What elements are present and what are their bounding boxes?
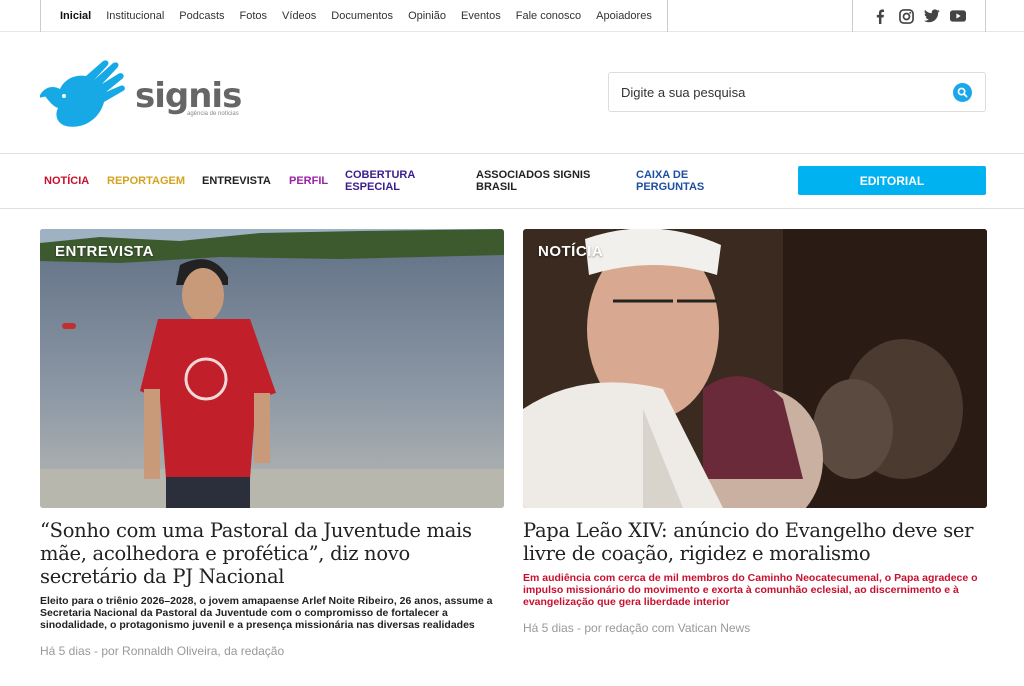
logo-tagline: agência de notícias: [187, 111, 239, 117]
pope-audience-photo: [523, 229, 987, 508]
article-card: NOTÍCIA Papa Leão XIV: anúncio do Evange…: [523, 229, 987, 635]
signis-logo[interactable]: signis agência de notícias: [40, 54, 242, 130]
category-perfil[interactable]: PERFIL: [289, 175, 328, 187]
top-bar: Inicial Institucional Podcasts Fotos Víd…: [0, 0, 1024, 32]
top-menu-item-documentos[interactable]: Documentos: [331, 10, 393, 22]
article-lead: Em audiência com cerca de mil membros do…: [523, 572, 978, 608]
article-image[interactable]: ENTREVISTA: [40, 229, 504, 508]
top-menu: Inicial Institucional Podcasts Fotos Víd…: [40, 0, 668, 32]
article-image[interactable]: NOTÍCIA: [523, 229, 987, 508]
top-menu-item-inicial[interactable]: Inicial: [60, 10, 91, 22]
category-caixa-de-perguntas[interactable]: CAIXA DE PERGUNTAS: [636, 169, 726, 193]
category-noticia[interactable]: NOTÍCIA: [44, 175, 89, 187]
editorial-button[interactable]: EDITORIAL: [798, 166, 986, 195]
top-menu-item-eventos[interactable]: Eventos: [461, 10, 501, 22]
article-card: ENTREVISTA “Sonho com uma Pastoral da Ju…: [40, 229, 504, 658]
article-meta: Há 5 dias - por Ronnaldh Oliveira, da re…: [40, 644, 285, 658]
twitter-icon[interactable]: [924, 8, 940, 24]
search-box: [608, 72, 986, 112]
article-meta: Há 5 dias - por redação com Vatican News: [523, 621, 751, 635]
top-menu-item-apoiadores[interactable]: Apoiadores: [596, 10, 652, 22]
article-tag[interactable]: NOTÍCIA: [538, 243, 603, 260]
category-reportagem[interactable]: REPORTAGEM: [107, 175, 185, 187]
lake-portrait-photo: [40, 229, 504, 508]
category-nav: NOTÍCIA REPORTAGEM ENTREVISTA PERFIL COB…: [0, 154, 1024, 209]
search-input[interactable]: [621, 82, 941, 102]
top-menu-item-opiniao[interactable]: Opinião: [408, 10, 446, 22]
category-cobertura-especial[interactable]: COBERTURA ESPECIAL: [345, 169, 445, 193]
search-button[interactable]: [953, 83, 972, 102]
article-title[interactable]: Papa Leão XIV: anúncio do Evangelho deve…: [523, 519, 987, 565]
social-links: [852, 0, 986, 32]
site-header: signis agência de notícias: [0, 32, 1024, 154]
instagram-icon[interactable]: [898, 8, 914, 24]
article-lead: Eleito para o triênio 2026–2028, o jovem…: [40, 595, 493, 631]
facebook-icon[interactable]: [872, 8, 888, 24]
dove-hand-logo-icon: [40, 60, 125, 127]
top-menu-item-institucional[interactable]: Institucional: [106, 10, 164, 22]
youtube-icon[interactable]: [950, 8, 966, 24]
top-menu-item-videos[interactable]: Vídeos: [282, 10, 316, 22]
top-menu-item-fale-conosco[interactable]: Fale conosco: [516, 10, 581, 22]
top-menu-item-podcasts[interactable]: Podcasts: [179, 10, 224, 22]
category-associados-signis-brasil[interactable]: ASSOCIADOS SIGNIS BRASIL: [476, 169, 606, 193]
logo-wordmark: signis: [135, 76, 242, 116]
search-icon: [957, 87, 968, 98]
article-tag[interactable]: ENTREVISTA: [55, 243, 154, 260]
top-menu-item-fotos[interactable]: Fotos: [240, 10, 268, 22]
category-entrevista[interactable]: ENTREVISTA: [202, 175, 271, 187]
article-title[interactable]: “Sonho com uma Pastoral da Juventude mai…: [40, 519, 504, 588]
